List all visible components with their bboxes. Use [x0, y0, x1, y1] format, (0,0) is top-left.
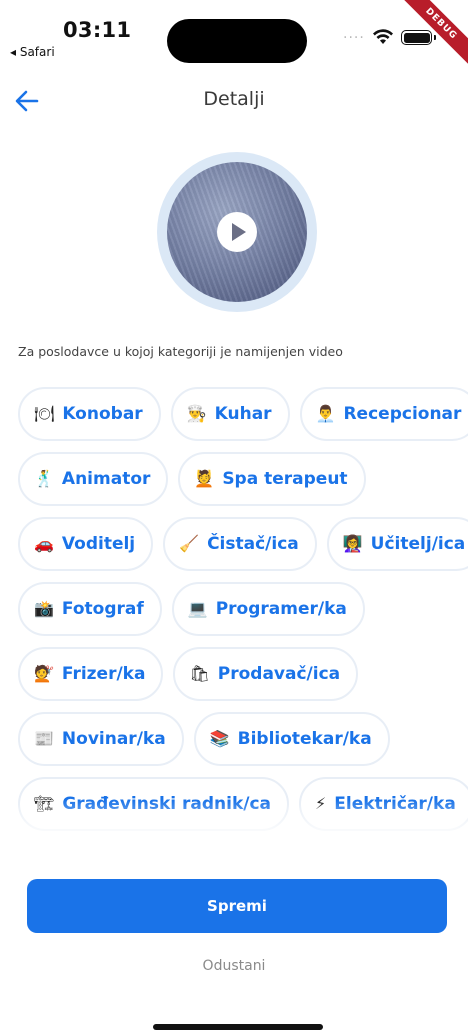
cook-icon: 👨‍🍳 [186, 404, 207, 423]
waiter-icon: 🍽 [34, 404, 55, 423]
chip-label: Čistač/ica [207, 534, 299, 554]
chip-label: Frizer/ka [61, 664, 146, 684]
status-bar: 03:11 ◂ Safari ···· DEBUG [0, 0, 468, 70]
shopping-bags-icon: 🛍 [189, 664, 210, 683]
play-icon[interactable] [217, 212, 257, 252]
category-chip-recepcionar[interactable]: 👨‍💼 Recepcionar [299, 387, 468, 441]
category-section-label: Za poslodavce u kojoj kategoriji je nami… [18, 344, 343, 359]
chip-row: 🚗 Voditelj 🧹 Čistač/ica 👩‍🏫 Učitelj/ica [18, 517, 468, 571]
chip-label: Kuhar [214, 404, 272, 424]
wifi-icon [373, 29, 393, 44]
chip-row: 🕺 Animator 💆 Spa terapeut [18, 452, 366, 506]
newspaper-icon: 📰 [34, 729, 54, 748]
app-bar: Detalji [0, 78, 468, 124]
chip-label: Prodavač/ica [217, 664, 341, 684]
home-indicator [153, 1024, 323, 1030]
chip-row: 🍽 Konobar 👨‍🍳 Kuhar 👨‍💼 Recepcionar [18, 387, 468, 441]
category-chip-prodavac[interactable]: 🛍 Prodavač/ica [173, 647, 359, 701]
car-icon: 🚗 [34, 534, 54, 553]
category-chip-novinar[interactable]: 📰 Novinar/ka [18, 712, 184, 766]
chip-label: Spa terapeut [222, 469, 348, 489]
chip-label: Voditelj [61, 534, 136, 554]
chip-row: 📸 Fotograf 💻 Programer/ka [18, 582, 365, 636]
laptop-icon: 💻 [187, 599, 208, 618]
page-title: Detalji [203, 88, 265, 110]
dynamic-island [167, 19, 307, 63]
category-chip-bibliotekar[interactable]: 📚 Bibliotekar/ka [193, 712, 390, 766]
teacher-icon: 👩‍🏫 [342, 534, 363, 553]
category-chip-spa-terapeut[interactable]: 💆 Spa terapeut [178, 452, 366, 506]
chip-row: 📰 Novinar/ka 📚 Bibliotekar/ka [18, 712, 390, 766]
category-chip-cistac[interactable]: 🧹 Čistač/ica [163, 517, 317, 571]
category-chip-fotograf[interactable]: 📸 Fotograf [18, 582, 162, 636]
books-icon: 📚 [209, 729, 230, 748]
camera-icon: 📸 [34, 599, 54, 618]
chip-label: Učitelj/ica [370, 534, 466, 554]
broom-icon: 🧹 [179, 534, 200, 553]
video-preview [167, 162, 307, 302]
category-chip-konobar[interactable]: 🍽 Konobar [18, 387, 161, 441]
category-chip-list: 🍽 Konobar 👨‍🍳 Kuhar 👨‍💼 Recepcionar 🕺 Animat… [0, 380, 468, 840]
battery-tip [434, 35, 436, 40]
category-chip-ucitelj[interactable]: 👩‍🏫 Učitelj/ica [326, 517, 468, 571]
chip-label: Animator [61, 469, 151, 489]
receptionist-icon: 👨‍💼 [315, 404, 336, 423]
chip-label: Fotograf [61, 599, 144, 619]
status-time: 03:11 [63, 18, 132, 42]
spa-icon: 💆 [194, 469, 215, 488]
chip-label: Recepcionar [343, 404, 462, 424]
category-chip-animator[interactable]: 🕺 Animator [18, 452, 169, 506]
chip-label: Programer/ka [215, 599, 347, 619]
category-chip-voditelj[interactable]: 🚗 Voditelj [18, 517, 154, 571]
category-chip-kuhar[interactable]: 👨‍🍳 Kuhar [170, 387, 290, 441]
category-chip-programer[interactable]: 💻 Programer/ka [171, 582, 365, 636]
signal-icon: ···· [343, 30, 365, 46]
battery-icon [401, 30, 432, 45]
chip-label: Konobar [62, 404, 143, 424]
chip-label: Bibliotekar/ka [237, 729, 372, 749]
hairdresser-icon: 💇 [34, 664, 54, 683]
cancel-button[interactable]: Odustani [0, 958, 468, 974]
scroll-fade [0, 800, 468, 842]
back-to-safari-link[interactable]: ◂ Safari [10, 45, 55, 59]
chip-label: Novinar/ka [61, 729, 166, 749]
video-thumbnail[interactable] [157, 152, 317, 312]
chip-row: 💇 Frizer/ka 🛍 Prodavač/ica [18, 647, 359, 701]
save-button[interactable]: Spremi [27, 879, 447, 933]
category-chip-frizer[interactable]: 💇 Frizer/ka [18, 647, 164, 701]
animator-icon: 🕺 [34, 469, 54, 488]
